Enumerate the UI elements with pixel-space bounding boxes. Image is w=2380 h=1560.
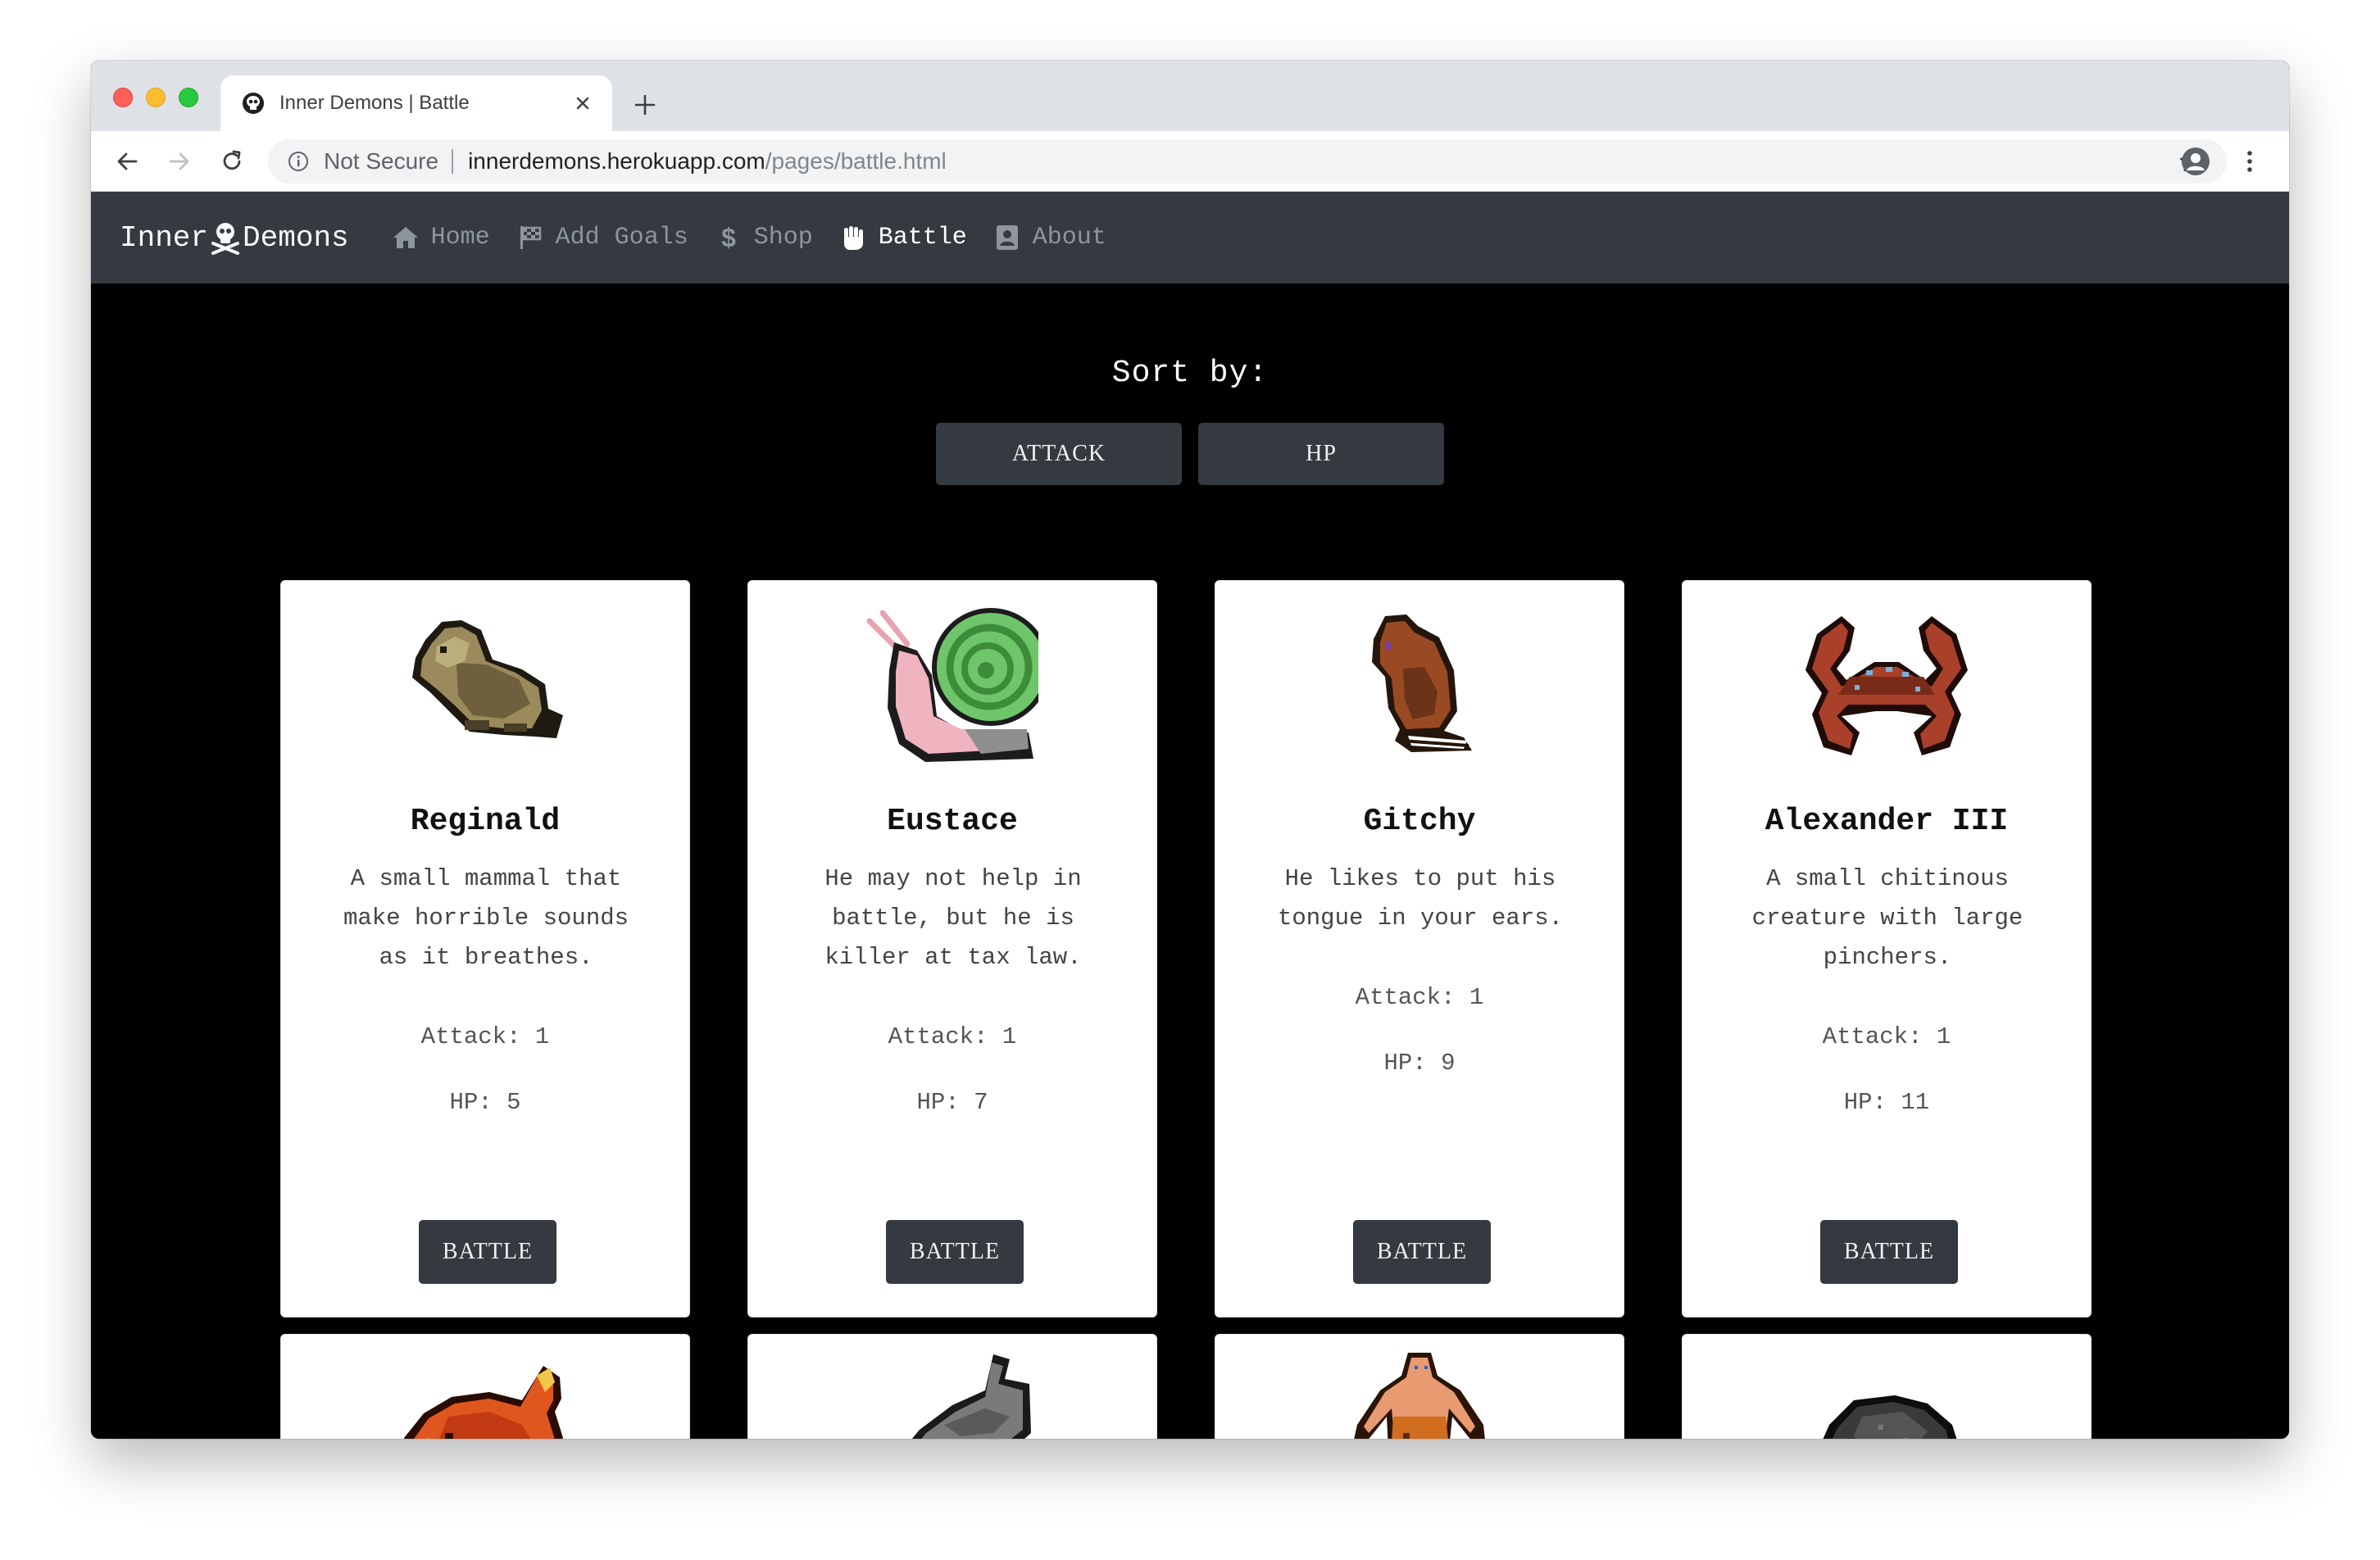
demon-attack: Attack: 1 <box>420 1023 550 1050</box>
demon-description: A small mammal that make horrible sounds… <box>343 865 629 971</box>
battle-button[interactable]: BATTLE <box>1820 1220 1958 1284</box>
flag-icon <box>516 224 544 252</box>
nav-add-goals[interactable]: Add Goals <box>516 224 688 252</box>
home-icon <box>392 224 420 252</box>
new-tab-plus-icon[interactable] <box>629 88 661 121</box>
sort-by-label: Sort by: <box>1111 356 1269 391</box>
demon-name: Alexander III <box>1765 804 2009 839</box>
rat-sprite <box>1215 581 1624 786</box>
demon-card <box>1682 1334 2092 1439</box>
demon-card: Gitchy He likes to put his tongue in you… <box>1215 580 1624 1317</box>
nav-about-label: About <box>1032 224 1106 252</box>
demon-description: He may not help in battle, but he is kil… <box>824 865 1082 971</box>
browser-toolbar: Not Secure innerdemons.herokuapp.com/pag… <box>91 131 2289 192</box>
demon-name: Gitchy <box>1363 804 1476 839</box>
demon-hp: HP: 7 <box>916 1089 988 1116</box>
forward-arrow-icon[interactable] <box>163 145 196 178</box>
demon-card: Eustace He may not help in battle, but h… <box>747 580 1157 1317</box>
back-arrow-icon[interactable] <box>111 145 143 178</box>
demon-card <box>1215 1334 1624 1439</box>
demon-hp: HP: 5 <box>449 1089 521 1116</box>
nav-add-goals-label: Add Goals <box>555 224 688 252</box>
battle-button[interactable]: BATTLE <box>1353 1220 1491 1284</box>
gopher-sprite <box>281 581 689 786</box>
battle-button[interactable]: BATTLE <box>419 1220 556 1284</box>
nav-shop[interactable]: $ Shop <box>715 224 813 252</box>
demon-description: A small chitinous creature with large pi… <box>1751 865 2023 971</box>
nav-battle-label: Battle <box>878 224 967 252</box>
demon-card <box>280 1334 690 1439</box>
sort-hp-button[interactable]: HP <box>1198 423 1444 485</box>
skull-crossbones-icon <box>210 220 241 255</box>
url-path: /pages/battle.html <box>765 148 947 174</box>
demon-card: Alexander III A small chitinous creature… <box>1682 580 2092 1317</box>
black-bear-sprite <box>1683 1335 2091 1439</box>
skull-favicon-icon <box>240 90 266 116</box>
nav-home-label: Home <box>430 224 490 252</box>
demon-description: He likes to put his tongue in your ears. <box>1277 865 1564 932</box>
demon-card <box>747 1334 1157 1439</box>
browser-window: Inner Demons | Battle Not Secure innerde… <box>91 61 2289 1439</box>
grey-wolf-sprite <box>748 1335 1156 1439</box>
demon-hp: HP: 11 <box>1843 1089 1930 1116</box>
fist-icon <box>839 224 867 252</box>
brand-text-right: Demons <box>243 220 349 255</box>
info-icon[interactable] <box>286 149 311 174</box>
nav-home[interactable]: Home <box>392 224 490 252</box>
browser-tab[interactable]: Inner Demons | Battle <box>220 75 612 131</box>
demon-name: Eustace <box>887 804 1018 839</box>
nav-shop-label: Shop <box>753 224 813 252</box>
nav-about[interactable]: About <box>993 224 1106 252</box>
demon-attack: Attack: 1 <box>888 1023 1017 1050</box>
battle-button[interactable]: BATTLE <box>886 1220 1024 1284</box>
security-label: Not Secure <box>324 148 439 174</box>
svg-text:$: $ <box>721 224 736 252</box>
demon-name: Reginald <box>410 804 561 839</box>
id-badge-icon <box>993 224 1021 252</box>
browser-menu-kebab-icon[interactable] <box>2233 145 2266 178</box>
snail-sprite <box>748 581 1156 786</box>
tab-strip: Inner Demons | Battle <box>91 61 2289 131</box>
nav-battle[interactable]: Battle <box>839 224 967 252</box>
fire-pig-sprite <box>281 1335 689 1439</box>
site-navbar: Inner Demons Home Add Goals $ Shop Battl… <box>91 192 2289 283</box>
address-bar[interactable]: Not Secure innerdemons.herokuapp.com/pag… <box>268 139 2227 184</box>
tab-close-icon[interactable] <box>570 90 596 116</box>
demon-hp: HP: 9 <box>1383 1050 1456 1077</box>
page-viewport: Inner Demons Home Add Goals $ Shop Battl… <box>91 192 2289 1439</box>
demon-attack: Attack: 1 <box>1355 984 1484 1011</box>
sort-attack-button[interactable]: ATTACK <box>936 423 1182 485</box>
brand-text-left: Inner <box>120 220 209 255</box>
brand-logo[interactable]: Inner Demons <box>120 220 349 255</box>
url-host: innerdemons.herokuapp.com <box>468 148 765 174</box>
demon-attack: Attack: 1 <box>1822 1023 1951 1050</box>
minimize-window-button[interactable] <box>146 88 166 107</box>
dollar-icon: $ <box>715 224 743 252</box>
demon-card: Reginald A small mammal that make horrib… <box>280 580 690 1317</box>
crab-sprite <box>1683 581 2091 786</box>
profile-avatar-icon[interactable] <box>2179 145 2212 178</box>
url-separator <box>452 149 454 174</box>
reload-icon[interactable] <box>216 145 248 178</box>
maximize-window-button[interactable] <box>179 88 198 107</box>
tab-title: Inner Demons | Battle <box>279 92 470 114</box>
close-window-button[interactable] <box>113 88 133 107</box>
caveman-sprite <box>1215 1335 1624 1439</box>
